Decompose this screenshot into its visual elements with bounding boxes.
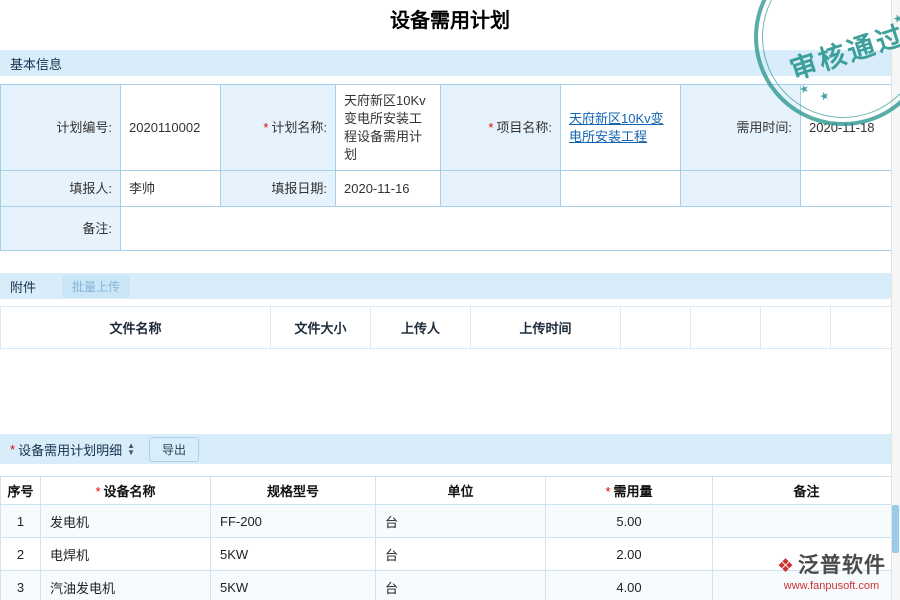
cell-seq: 3 (1, 571, 41, 600)
col-file-size: 文件大小 (271, 307, 371, 349)
report-date-value: 2020-11-16 (336, 171, 441, 207)
cell-seq: 2 (1, 538, 41, 571)
plan-name-value: 天府新区10Kv变电所安装工程设备需用计划 (336, 85, 441, 171)
cell-equipment-name: 发电机 (41, 505, 211, 538)
cell-qty: 2.00 (546, 538, 713, 571)
basic-info-row-1: 计划编号: 2020110002 *计划名称: 天府新区10Kv变电所安装工程设… (1, 85, 900, 171)
cell-unit: 台 (376, 538, 546, 571)
col-upload-time: 上传时间 (471, 307, 621, 349)
reporter-value: 李帅 (121, 171, 221, 207)
export-button[interactable]: 导出 (149, 437, 199, 462)
col-uploader: 上传人 (371, 307, 471, 349)
cell-model: FF-200 (211, 505, 376, 538)
cell-remark (713, 505, 900, 538)
table-row: 1 发电机 FF-200 台 5.00 (1, 505, 900, 538)
details-section-title: 设备需用计划明细 (18, 440, 122, 459)
col-empty (831, 307, 900, 349)
brand-watermark: ❖泛普软件 www.fanpusoft.com (777, 549, 886, 592)
plan-no-label: 计划编号: (1, 85, 121, 171)
empty-label-cell (441, 171, 561, 207)
project-name-label: *项目名称: (441, 85, 561, 171)
brand-website: www.fanpusoft.com (777, 580, 886, 592)
fanpu-logo-icon: ❖ (777, 556, 795, 577)
col-empty (691, 307, 761, 349)
col-remark: 备注 (713, 477, 900, 505)
vertical-scrollbar[interactable] (891, 0, 900, 600)
table-row: 3 汽油发电机 5KW 台 4.00 (1, 571, 900, 600)
sort-icon[interactable]: ▲ ▼ (127, 442, 135, 456)
reporter-label: 填报人: (1, 171, 121, 207)
required-mark: * (95, 484, 100, 499)
cell-qty: 4.00 (546, 571, 713, 600)
empty-value-cell (801, 171, 900, 207)
plan-name-label: *计划名称: (221, 85, 336, 171)
col-equipment-name: *设备名称 (41, 477, 211, 505)
basic-info-row-3: 备注: (1, 207, 900, 251)
col-model: 规格型号 (211, 477, 376, 505)
basic-info-section-title: 基本信息 (10, 54, 62, 73)
cell-unit: 台 (376, 571, 546, 600)
cell-equipment-name: 汽油发电机 (41, 571, 211, 600)
report-date-label: 填报日期: (221, 171, 336, 207)
brand-name: ❖泛普软件 (777, 549, 886, 579)
batch-upload-button[interactable]: 批量上传 (62, 275, 130, 298)
table-row: 2 电焊机 5KW 台 2.00 (1, 538, 900, 571)
remark-value (121, 207, 900, 251)
plan-no-value: 2020110002 (121, 85, 221, 171)
empty-value-cell (561, 171, 681, 207)
empty-label-cell (681, 171, 801, 207)
attachments-empty-area (0, 349, 900, 404)
need-time-label: 需用时间: (681, 85, 801, 171)
attachments-header-row: 文件名称 文件大小 上传人 上传时间 (1, 307, 900, 349)
details-header-row: 序号 *设备名称 规格型号 单位 *需用量 备注 (1, 477, 900, 505)
project-name-cell: 天府新区10Kv变电所安装工程 (561, 85, 681, 171)
basic-info-row-2: 填报人: 李帅 填报日期: 2020-11-16 (1, 171, 900, 207)
col-unit: 单位 (376, 477, 546, 505)
required-mark: * (605, 484, 610, 499)
cell-seq: 1 (1, 505, 41, 538)
attachments-section-title: 附件 (10, 277, 36, 296)
attachments-table: 文件名称 文件大小 上传人 上传时间 (0, 306, 900, 349)
details-table: 序号 *设备名称 规格型号 单位 *需用量 备注 1 发电机 FF-200 台 … (0, 476, 900, 600)
attachments-section-header: 附件 批量上传 (0, 273, 900, 299)
required-mark: * (488, 120, 493, 135)
required-mark: * (263, 120, 268, 135)
scrollbar-thumb[interactable] (892, 505, 899, 553)
basic-info-section-header: 基本信息 (0, 50, 900, 76)
col-file-name: 文件名称 (1, 307, 271, 349)
cell-qty: 5.00 (546, 505, 713, 538)
cell-equipment-name: 电焊机 (41, 538, 211, 571)
cell-unit: 台 (376, 505, 546, 538)
cell-model: 5KW (211, 538, 376, 571)
remark-label: 备注: (1, 207, 121, 251)
need-time-value: 2020-11-18 (801, 85, 900, 171)
col-empty (621, 307, 691, 349)
details-section-header: * 设备需用计划明细 ▲ ▼ 导出 (0, 434, 900, 464)
required-mark: * (10, 442, 15, 457)
cell-model: 5KW (211, 571, 376, 600)
col-seq: 序号 (1, 477, 41, 505)
basic-info-table: 计划编号: 2020110002 *计划名称: 天府新区10Kv变电所安装工程设… (0, 84, 900, 251)
project-name-link[interactable]: 天府新区10Kv变电所安装工程 (569, 111, 664, 144)
col-empty (761, 307, 831, 349)
col-qty: *需用量 (546, 477, 713, 505)
page-title: 设备需用计划 (0, 0, 900, 44)
